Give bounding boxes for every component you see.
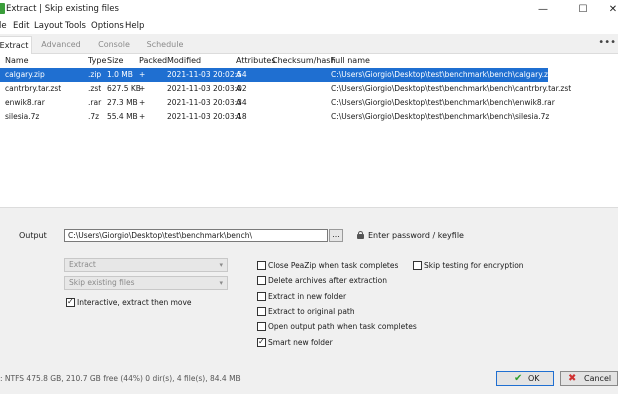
check-icon: ✓ xyxy=(258,337,265,346)
file-attributes: A xyxy=(236,70,242,79)
file-full-name: C:\Users\Giorgio\Desktop\test\benchmark\… xyxy=(331,70,555,79)
lock-icon[interactable] xyxy=(357,231,364,239)
extract-new-folder-checkbox[interactable] xyxy=(257,292,266,301)
file-size: 27.3 MB xyxy=(107,98,138,107)
file-list-header: Name Type Size Packed Modified Attribute… xyxy=(0,55,618,67)
ok-button[interactable]: ✔ OK xyxy=(496,371,554,386)
menu-options[interactable]: Options xyxy=(91,21,124,31)
chevron-down-icon: ▾ xyxy=(219,279,223,287)
menu-file[interactable]: le xyxy=(0,21,7,31)
skip-encryption-test-label: Skip testing for encryption xyxy=(424,261,524,270)
file-type: .rar xyxy=(88,98,102,107)
file-attributes: A xyxy=(236,112,242,121)
file-size: 627.5 KB xyxy=(107,84,141,93)
file-size: 55.4 MB xyxy=(107,112,138,121)
file-name: calgary.zip xyxy=(5,70,45,79)
interactive-extract-checkbox[interactable]: ✓ xyxy=(66,297,75,307)
status-text: : NTFS 475.8 GB, 210.7 GB free (44%) 0 d… xyxy=(0,374,241,383)
column-header-attributes[interactable]: Attributes xyxy=(236,56,276,65)
file-full-name: C:\Users\Giorgio\Desktop\test\benchmark\… xyxy=(331,112,550,121)
tab-extract[interactable]: Extract xyxy=(0,36,32,54)
file-packed: + xyxy=(139,70,146,79)
more-options-icon[interactable]: ••• xyxy=(598,37,616,48)
file-modified: 2021-11-03 20:02:54 xyxy=(167,70,247,79)
app-icon xyxy=(0,3,5,14)
password-keyfile-link[interactable]: Enter password / keyfile xyxy=(368,231,464,240)
extract-mode-value: Extract xyxy=(69,260,96,269)
menu-layout[interactable]: Layout xyxy=(34,21,63,31)
file-packed: + xyxy=(139,84,146,93)
file-row[interactable]: cantrbry.tar.zst .zst 627.5 KB + 2021-11… xyxy=(0,82,618,96)
file-attributes: A xyxy=(236,98,242,107)
extract-original-path-label: Extract to original path xyxy=(268,307,355,316)
output-path-input[interactable] xyxy=(64,229,328,242)
file-full-name: C:\Users\Giorgio\Desktop\test\benchmark\… xyxy=(331,84,572,93)
extract-original-path-checkbox[interactable] xyxy=(257,307,266,316)
file-modified: 2021-11-03 20:03:34 xyxy=(167,98,247,107)
interactive-extract-label: Interactive, extract then move xyxy=(77,298,192,307)
existing-files-select[interactable]: Skip existing files ▾ xyxy=(64,276,228,290)
file-packed: + xyxy=(139,112,146,121)
file-packed: + xyxy=(139,98,146,107)
check-icon: ✓ xyxy=(67,297,74,306)
check-icon: ✔ xyxy=(514,373,523,384)
tab-bar: Extract Advanced Console Schedule ••• xyxy=(0,34,618,54)
ok-button-label: OK xyxy=(528,374,540,383)
file-name: enwik8.rar xyxy=(5,98,45,107)
file-row[interactable]: silesia.7z .7z 55.4 MB + 2021-11-03 20:0… xyxy=(0,110,618,124)
skip-encryption-test-checkbox[interactable] xyxy=(413,261,422,270)
browse-button[interactable]: ... xyxy=(329,229,343,242)
file-name: silesia.7z xyxy=(5,112,40,121)
cancel-button-label: Cancel xyxy=(584,374,612,383)
smart-new-folder-checkbox[interactable]: ✓ xyxy=(257,337,266,347)
maximize-button[interactable]: ☐ xyxy=(568,0,598,19)
menu-edit[interactable]: Edit xyxy=(13,21,29,31)
delete-archives-checkbox[interactable] xyxy=(257,276,266,285)
existing-files-value: Skip existing files xyxy=(69,278,135,287)
column-header-type[interactable]: Type xyxy=(88,56,106,65)
column-header-size[interactable]: Size xyxy=(107,56,123,65)
tab-advanced[interactable]: Advanced xyxy=(34,36,88,54)
column-header-name[interactable]: Name xyxy=(5,56,29,65)
file-modified: 2021-11-03 20:03:18 xyxy=(167,112,247,121)
file-row[interactable]: calgary.zip .zip 1.0 MB + 2021-11-03 20:… xyxy=(0,68,618,82)
menu-help[interactable]: Help xyxy=(125,21,144,31)
open-output-path-checkbox[interactable] xyxy=(257,322,266,331)
file-modified: 2021-11-03 20:03:02 xyxy=(167,84,247,93)
file-name: cantrbry.tar.zst xyxy=(5,84,62,93)
extract-new-folder-label: Extract in new folder xyxy=(268,292,347,301)
smart-new-folder-label: Smart new folder xyxy=(268,338,333,347)
close-peazip-checkbox[interactable] xyxy=(257,261,266,270)
tab-schedule[interactable]: Schedule xyxy=(140,36,190,54)
column-header-checksum[interactable]: Checksum/hash xyxy=(272,56,336,65)
file-type: .zst xyxy=(88,84,102,93)
cancel-button[interactable]: ✖ Cancel xyxy=(560,371,618,386)
close-peazip-label: Close PeaZip when task completes xyxy=(268,261,399,270)
menu-tools[interactable]: Tools xyxy=(65,21,86,31)
column-header-full-name[interactable]: Full name xyxy=(331,56,370,65)
close-window-button[interactable]: ✕ xyxy=(598,0,618,19)
chevron-down-icon: ▾ xyxy=(219,261,223,269)
file-full-name: C:\Users\Giorgio\Desktop\test\benchmark\… xyxy=(331,98,555,107)
close-icon: ✖ xyxy=(568,373,577,384)
output-label: Output xyxy=(19,231,47,240)
minimize-button[interactable]: — xyxy=(528,0,558,19)
file-type: .zip xyxy=(88,70,102,79)
column-header-packed[interactable]: Packed xyxy=(139,56,167,65)
extract-mode-select[interactable]: Extract ▾ xyxy=(64,258,228,272)
file-size: 1.0 MB xyxy=(107,70,133,79)
column-header-modified[interactable]: Modified xyxy=(167,56,201,65)
file-type: .7z xyxy=(88,112,100,121)
file-attributes: A xyxy=(236,84,242,93)
title-bar: Extract | Skip existing files — ☐ ✕ xyxy=(0,0,618,19)
window-title: Extract | Skip existing files xyxy=(6,4,119,14)
file-row[interactable]: enwik8.rar .rar 27.3 MB + 2021-11-03 20:… xyxy=(0,96,618,110)
delete-archives-label: Delete archives after extraction xyxy=(268,276,388,285)
menu-bar: le Edit Layout Tools Options Help xyxy=(0,19,618,33)
open-output-path-label: Open output path when task completes xyxy=(268,322,417,331)
tab-console[interactable]: Console xyxy=(88,36,140,54)
